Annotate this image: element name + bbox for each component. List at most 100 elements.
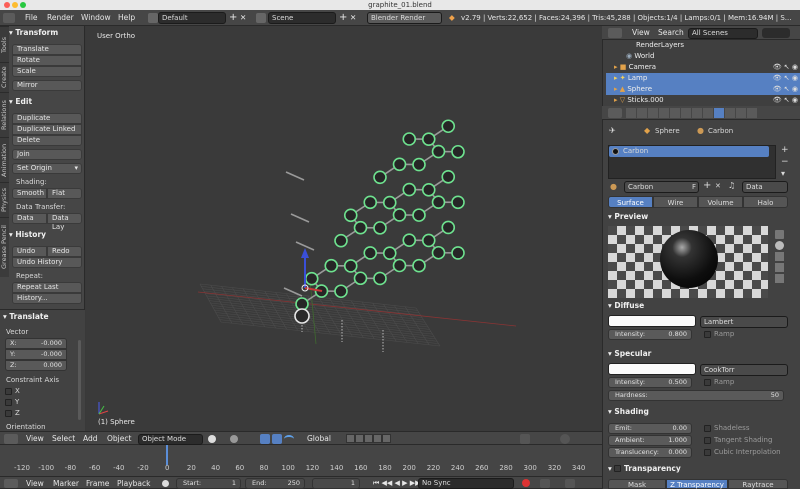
orientation-select[interactable]: Global xyxy=(307,432,331,446)
transparency-ztrans-tab[interactable]: Z Transparency xyxy=(666,479,728,489)
specular-ramp-checkbox[interactable] xyxy=(704,379,711,386)
outliner-row-world[interactable]: ◉ World xyxy=(606,51,800,62)
diffuse-ramp-checkbox[interactable] xyxy=(704,331,711,338)
outliner-search-menu[interactable]: Search xyxy=(658,26,684,40)
carbon-atom[interactable] xyxy=(392,157,407,172)
preview-panel-title[interactable]: ▾ Preview xyxy=(608,212,648,221)
add-slot-icon[interactable]: + xyxy=(781,145,789,155)
constraint-z-checkbox[interactable] xyxy=(5,410,12,417)
diffuse-shader-select[interactable]: Lambert xyxy=(700,316,788,328)
diffuse-panel-title[interactable]: ▾ Diffuse xyxy=(608,301,644,310)
operator-scrollbar[interactable] xyxy=(78,340,81,420)
sync-select[interactable]: No Sync xyxy=(418,478,514,489)
carbon-atom[interactable] xyxy=(373,271,387,286)
material-browse-icon[interactable]: ● xyxy=(610,182,617,191)
specular-shader-select[interactable]: CookTorr xyxy=(700,364,788,376)
node-icon[interactable]: ♫ xyxy=(728,181,735,190)
carbon-atom[interactable] xyxy=(441,170,456,184)
editor-type-icon[interactable] xyxy=(3,13,15,23)
frame-menu[interactable]: Frame xyxy=(86,477,109,489)
duplicate-button[interactable]: Duplicate xyxy=(12,113,82,124)
outliner-view-menu[interactable]: View xyxy=(632,26,650,40)
transparency-mask-tab[interactable]: Mask xyxy=(608,479,666,489)
start-frame-field[interactable]: Start: 1 xyxy=(176,478,241,489)
add-menu[interactable]: Add xyxy=(83,432,98,446)
shading-mode-icon[interactable] xyxy=(208,435,216,443)
tab-relations[interactable]: Relations xyxy=(0,92,9,137)
current-frame-marker[interactable] xyxy=(166,445,168,465)
object-menu[interactable]: Object xyxy=(107,432,131,446)
editor-type-icon[interactable] xyxy=(4,434,18,444)
vector-x-field[interactable]: X: -0.000 xyxy=(5,338,67,349)
render-preview-icon[interactable] xyxy=(560,434,570,444)
translucency-field[interactable]: Translucency: 0.000 xyxy=(608,447,692,458)
carbon-atom[interactable] xyxy=(441,119,456,134)
specular-panel-title[interactable]: ▾ Specular xyxy=(608,349,651,358)
outliner-search-input[interactable] xyxy=(762,28,790,38)
slot-menu-icon[interactable]: ▾ xyxy=(781,169,785,178)
carbon-atom[interactable] xyxy=(334,233,348,248)
keying-set-icon[interactable] xyxy=(540,479,550,488)
scene-field[interactable]: Scene xyxy=(268,12,336,24)
join-button[interactable]: Join xyxy=(12,149,82,160)
remove-layout-icon[interactable]: ✕ xyxy=(240,10,246,26)
smooth-button[interactable]: Smooth xyxy=(12,188,47,199)
constraint-x-checkbox[interactable] xyxy=(5,388,12,395)
carbon-atom[interactable] xyxy=(431,245,446,260)
cubic-interpolation-checkbox[interactable] xyxy=(704,449,711,456)
data-button[interactable]: Data xyxy=(12,213,47,224)
tab-volume[interactable]: Volume xyxy=(698,196,743,208)
outliner-filter-select[interactable]: All Scenes xyxy=(688,28,758,39)
hardness-field[interactable]: Hardness: 50 xyxy=(608,390,784,401)
properties-context-tabs[interactable] xyxy=(626,108,796,118)
carbon-atom[interactable] xyxy=(363,195,378,210)
translate-manipulator-icon[interactable] xyxy=(272,434,282,444)
tab-grease-pencil[interactable]: Grease Pencil xyxy=(0,217,9,277)
tab-wire[interactable]: Wire xyxy=(653,196,698,208)
fake-user-flag[interactable]: F xyxy=(692,183,696,191)
minimize-window-button[interactable] xyxy=(12,2,18,8)
specular-intensity-field[interactable]: Intensity: 0.500 xyxy=(608,377,692,388)
menu-render[interactable]: Render xyxy=(47,10,74,26)
mirror-button[interactable]: Mirror xyxy=(12,80,82,91)
specular-color-swatch[interactable] xyxy=(608,363,696,375)
scale-button[interactable]: Scale xyxy=(12,66,82,77)
remove-slot-icon[interactable]: − xyxy=(781,157,789,167)
record-icon[interactable] xyxy=(522,479,530,487)
insert-keyframe-icon[interactable] xyxy=(565,479,575,488)
add-scene-icon[interactable]: + xyxy=(339,10,347,26)
menu-file[interactable]: File xyxy=(25,10,38,26)
unlink-material-icon[interactable]: ✕ xyxy=(715,182,721,190)
carbon-atom[interactable] xyxy=(412,258,426,273)
emit-field[interactable]: Emit: 0.00 xyxy=(608,423,692,434)
preview-type-buttons[interactable] xyxy=(772,228,786,296)
shading-panel-title[interactable]: ▾ Shading xyxy=(608,407,649,416)
carbon-atom[interactable] xyxy=(441,220,456,235)
carbon-atom[interactable] xyxy=(382,246,397,260)
timeline-area[interactable]: -120 -100 -80 -60 -40 -20 0 20 40 60 80 100 120 140 16… xyxy=(0,445,602,476)
playback-menu[interactable]: Playback xyxy=(117,477,150,489)
pivot-icon[interactable] xyxy=(230,435,238,443)
flat-button[interactable]: Flat xyxy=(47,188,82,199)
constraint-y-checkbox[interactable] xyxy=(5,399,12,406)
manipulator-toggle-icon[interactable] xyxy=(260,434,270,444)
duplicate-linked-button[interactable]: Duplicate Linked xyxy=(12,124,82,135)
marker-menu[interactable]: Marker xyxy=(53,477,79,489)
delete-button[interactable]: Delete xyxy=(12,135,82,146)
transparency-panel-title[interactable]: ▾ Transparency xyxy=(608,464,681,473)
material-name-field[interactable]: Carbon xyxy=(624,181,699,193)
carbon-atom[interactable] xyxy=(304,271,319,286)
carbon-atom[interactable] xyxy=(402,132,417,146)
lock-camera-icon[interactable] xyxy=(520,434,530,444)
carbon-atom[interactable] xyxy=(402,182,417,197)
history-panel-title[interactable]: ▾ History xyxy=(9,230,46,239)
render-engine-select[interactable]: Blender Render xyxy=(367,12,442,24)
carbon-atom[interactable] xyxy=(382,195,397,210)
transparency-checkbox[interactable] xyxy=(614,465,622,472)
undo-history-button[interactable]: Undo History xyxy=(12,257,82,268)
scene-icon[interactable] xyxy=(256,13,266,23)
zoom-window-button[interactable] xyxy=(20,2,26,8)
carbon-atom[interactable] xyxy=(451,246,465,260)
tab-surface[interactable]: Surface xyxy=(608,196,653,208)
repeat-last-button[interactable]: Repeat Last xyxy=(12,282,82,293)
